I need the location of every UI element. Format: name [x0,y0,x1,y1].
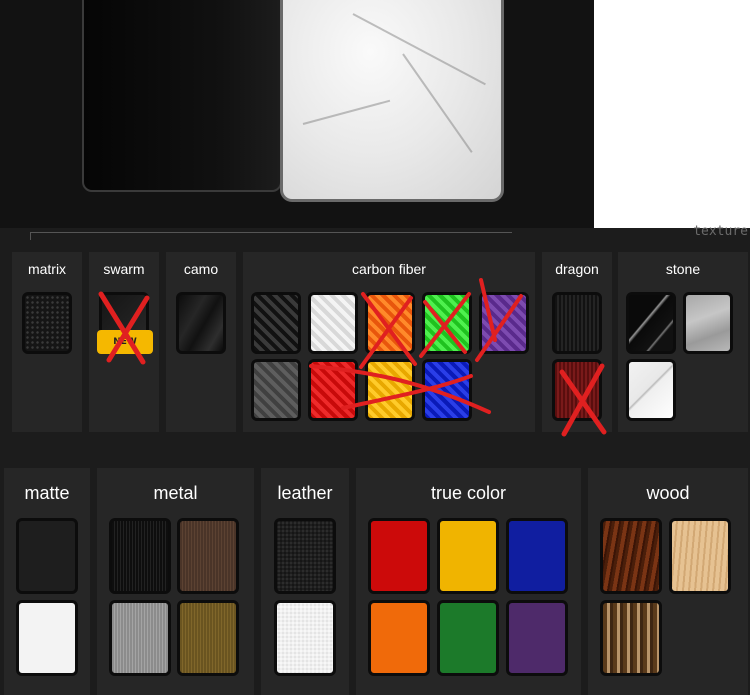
swatch-wood-zebrawood[interactable] [600,600,662,676]
panel-leather: leather [261,468,349,695]
swatch-stone-white-marble[interactable] [626,359,676,421]
panel-title: swarm [103,261,145,277]
panel-title: camo [183,261,219,277]
swatch-matte-black[interactable] [16,518,78,594]
swatch-true-orange[interactable] [368,600,430,676]
swatch-carbon-purple[interactable] [479,292,529,354]
panel-camo: camo [166,252,236,432]
panel-matrix: matrix [12,252,82,432]
panel-title: stone [665,261,701,277]
new-badge: NEW [97,330,153,354]
panel-true-color: true color [356,468,581,695]
panel-title: metal [153,483,198,503]
swatch-leather-black[interactable] [274,518,336,594]
panel-matte: matte [4,468,90,695]
swatch-true-red[interactable] [368,518,430,594]
swatch-carbon-white[interactable] [308,292,358,354]
swatch-camo[interactable] [176,292,226,354]
swatch-carbon-orange[interactable] [365,292,415,354]
phone-back-black [82,0,290,192]
swatch-true-purple[interactable] [506,600,568,676]
swatch-metal-bronze[interactable] [177,518,239,594]
swatch-metal-silver[interactable] [109,600,171,676]
panel-stone: stone [618,252,748,432]
texture-divider [30,232,512,240]
panel-dragon: dragon [542,252,612,437]
swatch-metal-gold[interactable] [177,600,239,676]
section-label: texture [693,224,748,239]
panel-title: true color [430,483,507,503]
swatch-metal-black[interactable] [109,518,171,594]
product-preview [0,0,594,228]
swatch-carbon-blue[interactable] [422,359,472,421]
swatch-carbon-grey[interactable] [251,359,301,421]
panel-carbon-fiber: carbon fiber [243,252,535,432]
swatch-matte-white[interactable] [16,600,78,676]
swatch-true-blue[interactable] [506,518,568,594]
panel-title: dragon [555,261,599,277]
panel-swarm: swarm NEW [89,252,159,432]
panel-wood: wood [588,468,748,695]
swatch-dragon-black[interactable] [552,292,602,354]
swatch-matrix[interactable] [22,292,72,354]
swatch-carbon-black[interactable] [251,292,301,354]
panel-title: matte [24,483,70,503]
swatch-carbon-red[interactable] [308,359,358,421]
panel-title: leather [277,483,333,503]
swatch-true-yellow[interactable] [437,518,499,594]
swatch-carbon-yellow[interactable] [365,359,415,421]
swatch-dragon-red[interactable] [552,359,602,421]
swatch-stone-grey[interactable] [683,292,733,354]
background-white [594,0,750,228]
swatch-true-green[interactable] [437,600,499,676]
panel-title: matrix [27,261,67,277]
phone-front-white-marble [280,0,504,202]
swatch-carbon-green[interactable] [422,292,472,354]
panel-title: wood [646,483,690,503]
swatch-stone-black-marble[interactable] [626,292,676,354]
swatch-leather-white[interactable] [274,600,336,676]
panel-title: carbon fiber [352,261,426,277]
panel-metal: metal [97,468,254,695]
swatch-wood-rosewood[interactable] [600,518,662,594]
swatch-wood-maple[interactable] [669,518,731,594]
